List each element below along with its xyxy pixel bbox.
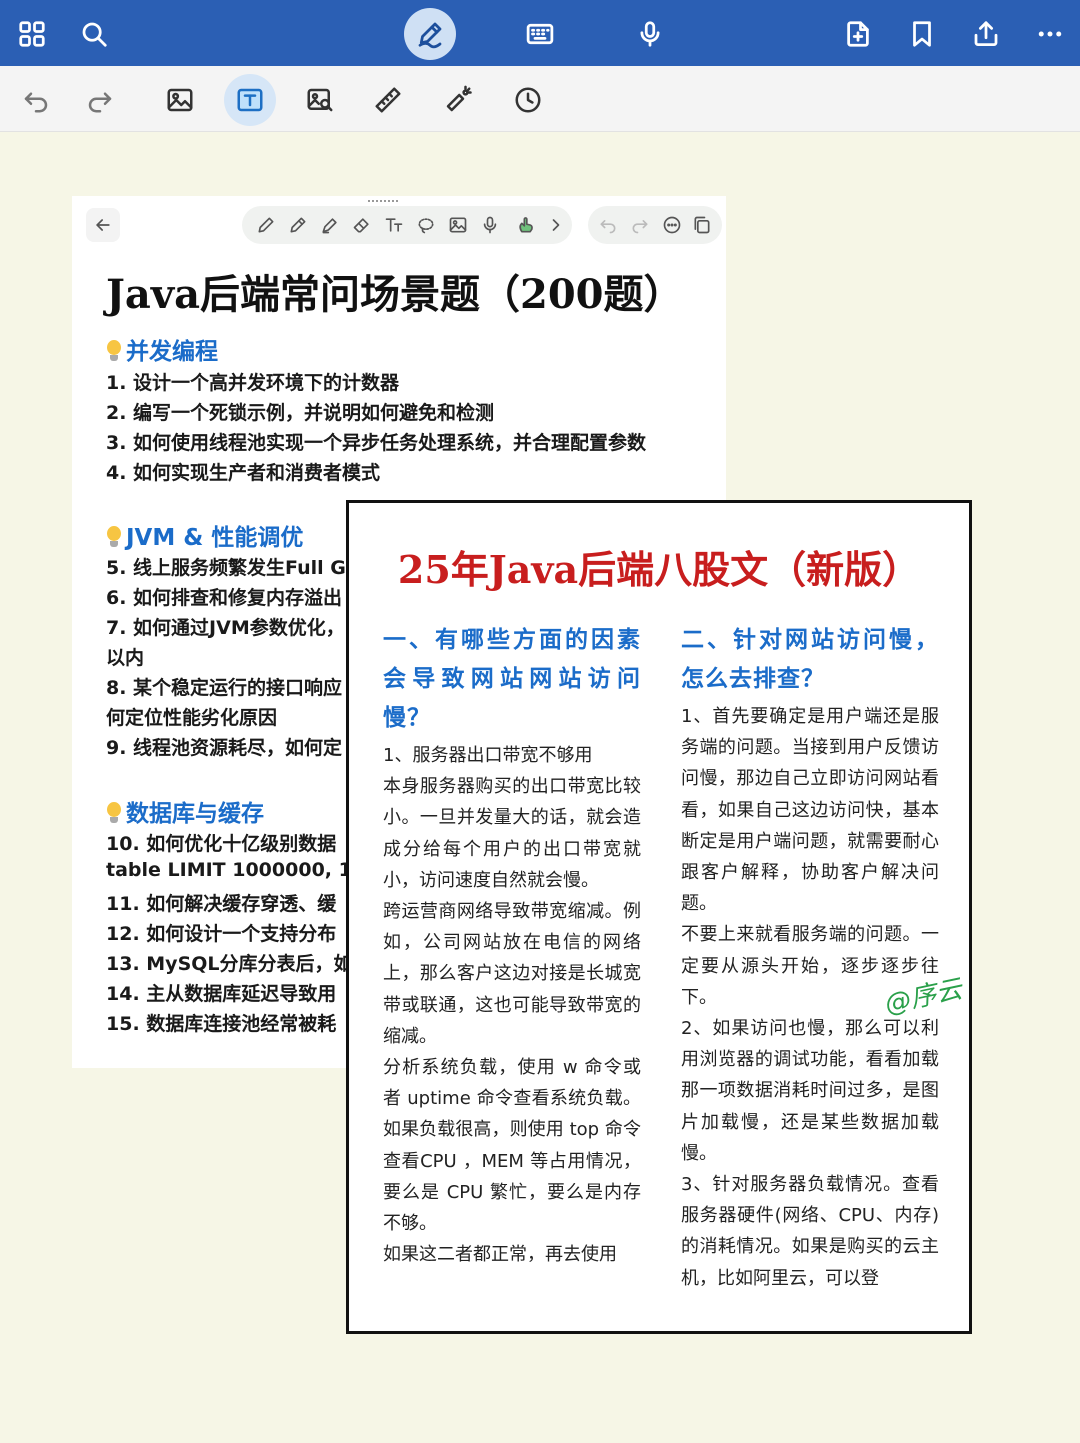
left-column: 一、有哪些方面的因素会导致网站网站访问慢？ 1、服务器出口带宽不够用 本身服务器… (383, 621, 641, 1270)
right-column-heading: 二、针对网站访问慢，怎么去排查？ (681, 627, 939, 692)
add-page-icon[interactable] (838, 14, 878, 54)
pencil-icon[interactable] (256, 215, 276, 235)
question-item: 8. 某个稳定运行的接口响应 (106, 677, 343, 699)
top-app-bar (0, 0, 1080, 66)
right-column: 二、针对网站访问慢，怎么去排查？ 1、首先要确定是用户端还是服务端的问题。当接到… (681, 621, 939, 1294)
text-box-icon[interactable] (224, 74, 276, 126)
share-icon[interactable] (966, 14, 1006, 54)
section-heading-database: 数据库与缓存 (106, 794, 264, 828)
question-item: 6. 如何排查和修复内存溢出 (106, 587, 343, 609)
image-search-icon[interactable] (298, 78, 342, 122)
note-toolbar (80, 204, 722, 244)
question-item: 何定位性能劣化原因 (106, 707, 278, 729)
paragraph: 本身服务器购买的出口带宽比较小。一旦并发量大的话，就会造成分给每个用户的出口带宽… (383, 776, 641, 891)
question-item: 11. 如何解决缓存穿透、缓 (106, 893, 337, 915)
paragraph: 跨运营商网络导致带宽缩减。例如，公司网站放在电信的网络上，那么客户这边对接是长城… (383, 901, 641, 1047)
gesture-icon[interactable] (516, 215, 536, 235)
card-title: 25年Java后端八股文（新版） (397, 547, 921, 592)
question-item: 3. 如何使用线程池实现一个异步任务处理系统，并合理配置参数 (106, 432, 647, 454)
paragraph: 1、服务器出口带宽不够用 (383, 745, 593, 766)
copy-icon[interactable] (692, 215, 712, 235)
question-item: 14. 主从数据库延迟导致用 (106, 983, 337, 1005)
lightbulb-icon (106, 526, 122, 548)
paragraph: 如果这二者都正常，再去使用 (383, 1244, 617, 1266)
text-style-icon[interactable] (384, 215, 404, 235)
tool-bar (0, 66, 1080, 132)
redo-icon[interactable] (78, 78, 122, 122)
grid-icon[interactable] (12, 14, 52, 54)
left-column-heading: 一、有哪些方面的因素会导致网站网站访问慢？ (383, 627, 641, 731)
question-item: 10. 如何优化十亿级别数据 (106, 833, 337, 855)
bookmark-icon[interactable] (902, 14, 942, 54)
question-item: table LIMIT 1000000, 10 (106, 859, 366, 881)
question-item: 4. 如何实现生产者和消费者模式 (106, 462, 381, 484)
ruler-icon[interactable] (366, 78, 410, 122)
question-item: 7. 如何通过JVM参数优化， (106, 617, 345, 639)
question-item: 5. 线上服务频繁发生Full G (106, 557, 346, 579)
lasso-icon[interactable] (416, 215, 436, 235)
pen-icon[interactable] (288, 215, 308, 235)
laser-pointer-icon[interactable] (436, 78, 480, 122)
section-heading-jvm: JVM & 性能调优 (106, 518, 303, 552)
chevron-right-icon[interactable] (546, 215, 566, 235)
lightbulb-icon (106, 802, 122, 824)
left-column-body: 1、服务器出口带宽不够用 本身服务器购买的出口带宽比较小。一旦并发量大的话，就会… (383, 740, 641, 1270)
overlay-card: 25年Java后端八股文（新版） 一、有哪些方面的因素会导致网站网站访问慢？ 1… (346, 500, 972, 1334)
image-icon[interactable] (448, 215, 468, 235)
search-icon[interactable] (74, 14, 114, 54)
microphone-icon[interactable] (480, 215, 500, 235)
paragraph: 2、如果访问也慢，那么可以利用浏览器的调试功能，看看加载那一项数据消耗时间过多，… (681, 1018, 939, 1164)
question-item: 15. 数据库连接池经常被耗 (106, 1013, 337, 1035)
paragraph: 3、针对服务器负载情况。查看服务器硬件(网络、CPU、内存)的消耗情况。如果是购… (681, 1174, 939, 1289)
redo-icon[interactable] (630, 215, 650, 235)
image-icon[interactable] (158, 78, 202, 122)
undo-icon[interactable] (598, 215, 618, 235)
question-item: 13. MySQL分库分表后，如 (106, 953, 353, 975)
question-item: 以内 (106, 647, 145, 669)
clock-icon[interactable] (506, 78, 550, 122)
keyboard-icon[interactable] (520, 14, 560, 54)
more-icon[interactable] (662, 215, 682, 235)
question-item: 1. 设计一个高并发环境下的计数器 (106, 372, 400, 394)
note-history-group (588, 206, 722, 244)
microphone-icon[interactable] (630, 14, 670, 54)
lightbulb-icon (106, 340, 122, 362)
more-icon[interactable] (1030, 14, 1070, 54)
question-item: 9. 线程池资源耗尽，如何定 (106, 737, 343, 759)
section-heading-concurrency: 并发编程 (106, 332, 218, 366)
question-item: 2. 编写一个死锁示例，并说明如何避免和检测 (106, 402, 495, 424)
note-tools-group (242, 206, 572, 244)
back-arrow-icon[interactable] (86, 208, 120, 242)
undo-icon[interactable] (14, 78, 58, 122)
question-item: 12. 如何设计一个支持分布 (106, 923, 337, 945)
paragraph: 1、首先要确定是用户端还是服务端的问题。当接到用户反馈访问慢，那边自己立即访问网… (681, 706, 939, 915)
paragraph: 分析系统负载，使用 w 命令或者 uptime 命令查看系统负载。如果负载很高，… (383, 1057, 641, 1235)
note-title: Java后端常问场景题（200题） (106, 271, 684, 318)
highlighter-icon[interactable] (320, 215, 340, 235)
pen-icon[interactable] (404, 8, 456, 60)
eraser-icon[interactable] (352, 215, 372, 235)
